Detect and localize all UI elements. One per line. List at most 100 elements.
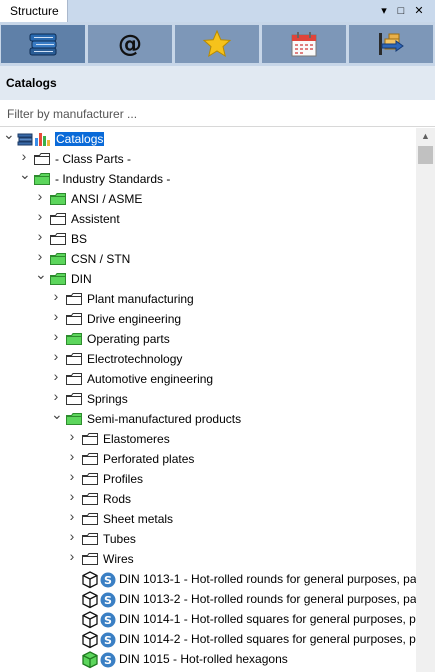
folder-icon (49, 211, 67, 227)
expand-chevron-icon[interactable]: › (51, 369, 61, 383)
title-bar: Structure ▾ □ ✕ (0, 0, 435, 22)
expand-chevron-icon[interactable]: › (35, 249, 45, 263)
tree-node[interactable]: › Tubes (0, 529, 416, 549)
section-header: Catalogs (0, 66, 435, 100)
folder-green-icon (49, 191, 67, 207)
expand-chevron-icon[interactable]: › (51, 349, 61, 363)
part-green-icon: S (81, 651, 121, 669)
expand-chevron-icon[interactable]: › (67, 549, 77, 563)
svg-text:S: S (104, 654, 112, 667)
export-tab-button[interactable] (349, 25, 433, 63)
tree-node[interactable]: ⌄ Semi-manufactured products (0, 407, 416, 429)
tree-node[interactable]: › Profiles (0, 469, 416, 489)
catalog-tree: ⌄ Catalogs › - Class Parts - ⌄ - Industry Sta… (0, 128, 416, 672)
manufacturer-filter-input[interactable] (0, 101, 435, 127)
expand-chevron-icon[interactable]: › (67, 529, 77, 543)
tree-node[interactable]: › Rods (0, 489, 416, 509)
expand-chevron-icon[interactable]: › (51, 289, 61, 303)
tree-node[interactable]: › Drive engineering (0, 309, 416, 329)
folder-icon (81, 511, 99, 527)
expand-chevron-icon[interactable]: › (67, 429, 77, 443)
tree-node-label: Electrotechnology (87, 352, 183, 366)
tree-node-label: Elastomeres (103, 432, 170, 446)
star-icon (202, 29, 232, 58)
at-sign-icon: @ (118, 30, 142, 58)
expand-chevron-icon[interactable]: › (67, 489, 77, 503)
tree-node[interactable]: › Assistent (0, 209, 416, 229)
window-title[interactable]: Structure (0, 0, 68, 22)
close-icon[interactable]: ✕ (412, 4, 426, 18)
expand-chevron-icon[interactable]: › (51, 329, 61, 343)
expand-chevron-icon[interactable]: › (35, 229, 45, 243)
tree-node[interactable]: › CSN / STN (0, 249, 416, 269)
tree-node-label: Rods (103, 492, 132, 506)
tree-node[interactable]: ⌄ - Industry Standards - (0, 167, 416, 189)
tree-node-label: Tubes (103, 532, 136, 546)
tree-node[interactable]: › Operating parts (0, 329, 416, 349)
expand-chevron-icon[interactable]: › (67, 509, 77, 523)
tree-node[interactable]: S DIN 1015 - Hot-rolled hexagons (0, 649, 416, 669)
tree-node-label: ANSI / ASME (71, 192, 143, 206)
tree-node-label: DIN 1014-2 - Hot-rolled squares for gene… (119, 632, 416, 646)
expand-chevron-icon[interactable]: › (51, 309, 61, 323)
expand-chevron-icon[interactable]: › (51, 389, 61, 403)
tree-node[interactable]: › Automotive engineering (0, 369, 416, 389)
part-icon: S (81, 611, 121, 629)
tree-node[interactable]: › BS (0, 229, 416, 249)
tree-node-label: Plant manufacturing (87, 292, 194, 306)
folder-icon (65, 351, 83, 367)
maximize-icon[interactable]: □ (394, 4, 408, 18)
expand-chevron-icon[interactable]: › (67, 469, 77, 483)
svg-text:S: S (104, 634, 112, 647)
tree-node[interactable]: S DIN 1013-2 - Hot-rolled rounds for gene… (0, 589, 416, 609)
tree-node-label: DIN 1013-2 - Hot-rolled rounds for gener… (119, 592, 416, 606)
books-icon (29, 33, 57, 56)
catalogs-tab-button[interactable] (1, 25, 85, 63)
tree-node[interactable]: › Wires (0, 549, 416, 569)
collapse-chevron-icon[interactable]: ⌄ (51, 407, 63, 421)
pin-dropdown-icon[interactable]: ▾ (377, 4, 391, 18)
tree-node[interactable]: › Perforated plates (0, 449, 416, 469)
tree-node-label: - Industry Standards - (55, 172, 171, 186)
tree-node[interactable]: S DIN 1013-1 - Hot-rolled rounds for gene… (0, 569, 416, 589)
tree-node[interactable]: › Elastomeres (0, 429, 416, 449)
collapse-chevron-icon[interactable]: ⌄ (35, 267, 47, 281)
expand-chevron-icon[interactable]: › (67, 449, 77, 463)
tree-node[interactable]: › Electrotechnology (0, 349, 416, 369)
export-icon (379, 33, 404, 55)
folder-icon (65, 311, 83, 327)
collapse-chevron-icon[interactable]: ⌄ (3, 128, 15, 141)
tree-node-label: - Class Parts - (55, 152, 132, 166)
folder-icon (33, 151, 51, 167)
folder-icon (81, 491, 99, 507)
tree-node-label: Springs (87, 392, 128, 406)
tree-node-label: Wires (103, 552, 134, 566)
svg-text:@: @ (118, 30, 142, 58)
tree-node-label: DIN 1013-1 - Hot-rolled rounds for gener… (119, 572, 416, 586)
tree-node[interactable]: ⌄ DIN (0, 267, 416, 289)
favorites-tab-button[interactable] (175, 25, 259, 63)
expand-chevron-icon[interactable]: › (35, 189, 45, 203)
tree-node[interactable]: › ANSI / ASME (0, 189, 416, 209)
tree-node[interactable]: › - Class Parts - (0, 149, 416, 169)
folder-green-icon (65, 411, 83, 427)
scroll-thumb[interactable] (418, 146, 433, 164)
tree-node-label: Perforated plates (103, 452, 195, 466)
tree-node[interactable]: › Sheet metals (0, 509, 416, 529)
folder-icon (65, 291, 83, 307)
scroll-up-arrow-icon[interactable]: ▲ (416, 128, 435, 144)
at-tab-button[interactable]: @ (88, 25, 172, 63)
tree-node[interactable]: ⌄ Catalogs (0, 128, 416, 149)
collapse-chevron-icon[interactable]: ⌄ (19, 167, 31, 181)
tree-node-label: DIN 1015 - Hot-rolled hexagons (119, 652, 288, 666)
tree-node[interactable]: S DIN 1014-1 - Hot-rolled squares for gen… (0, 609, 416, 629)
folder-green-icon (49, 251, 67, 267)
tree-node[interactable]: S DIN 1014-2 - Hot-rolled squares for gen… (0, 629, 416, 649)
vertical-scrollbar[interactable]: ▲ (416, 128, 435, 672)
tree-node[interactable]: › Plant manufacturing (0, 289, 416, 309)
expand-chevron-icon[interactable]: › (19, 149, 29, 163)
section-title: Catalogs (6, 76, 57, 90)
expand-chevron-icon[interactable]: › (35, 209, 45, 223)
calendar-tab-button[interactable] (262, 25, 346, 63)
tree-node-label: Drive engineering (87, 312, 182, 326)
